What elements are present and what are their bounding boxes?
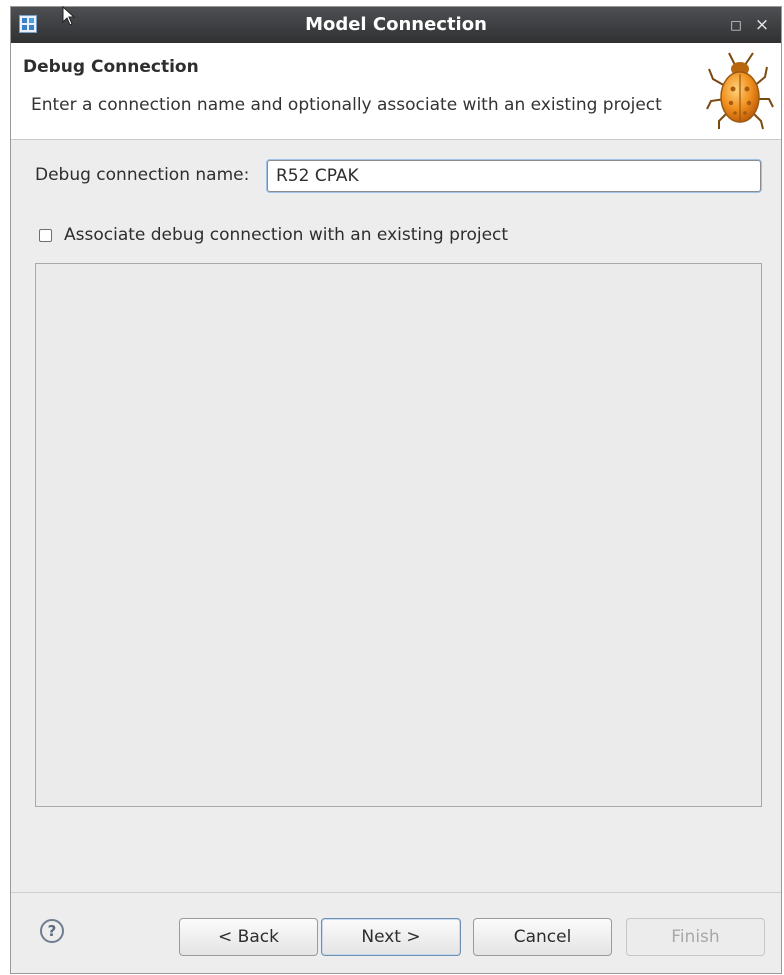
close-button[interactable]: ×	[751, 7, 773, 43]
associate-project-label[interactable]: Associate debug connection with an exist…	[64, 225, 508, 245]
associate-project-option[interactable]: Associate debug connection with an exist…	[39, 223, 508, 247]
title-bar[interactable]: Model Connection □ ×	[11, 7, 781, 44]
next-button[interactable]: Next >	[321, 918, 461, 956]
finish-button[interactable]: Finish	[626, 918, 765, 956]
associate-project-checkbox[interactable]	[39, 228, 52, 242]
bug-icon	[706, 52, 774, 130]
maximize-button[interactable]: □	[725, 7, 747, 43]
mouse-pointer-icon	[62, 6, 76, 26]
model-connection-dialog: Model Connection □ × Debug Connection En…	[10, 6, 782, 974]
project-list[interactable]	[35, 263, 762, 807]
back-button[interactable]: < Back	[179, 918, 318, 956]
window-title: Model Connection	[305, 14, 487, 35]
footer-separator	[11, 892, 781, 893]
banner-title: Debug Connection	[23, 57, 199, 77]
wizard-banner: Debug Connection Enter a connection name…	[11, 43, 781, 140]
connection-name-label: Debug connection name:	[35, 165, 250, 185]
help-icon[interactable]: ?	[40, 919, 64, 943]
connection-name-input[interactable]	[267, 160, 761, 192]
cancel-button[interactable]: Cancel	[473, 918, 612, 956]
banner-description: Enter a connection name and optionally a…	[31, 95, 662, 115]
